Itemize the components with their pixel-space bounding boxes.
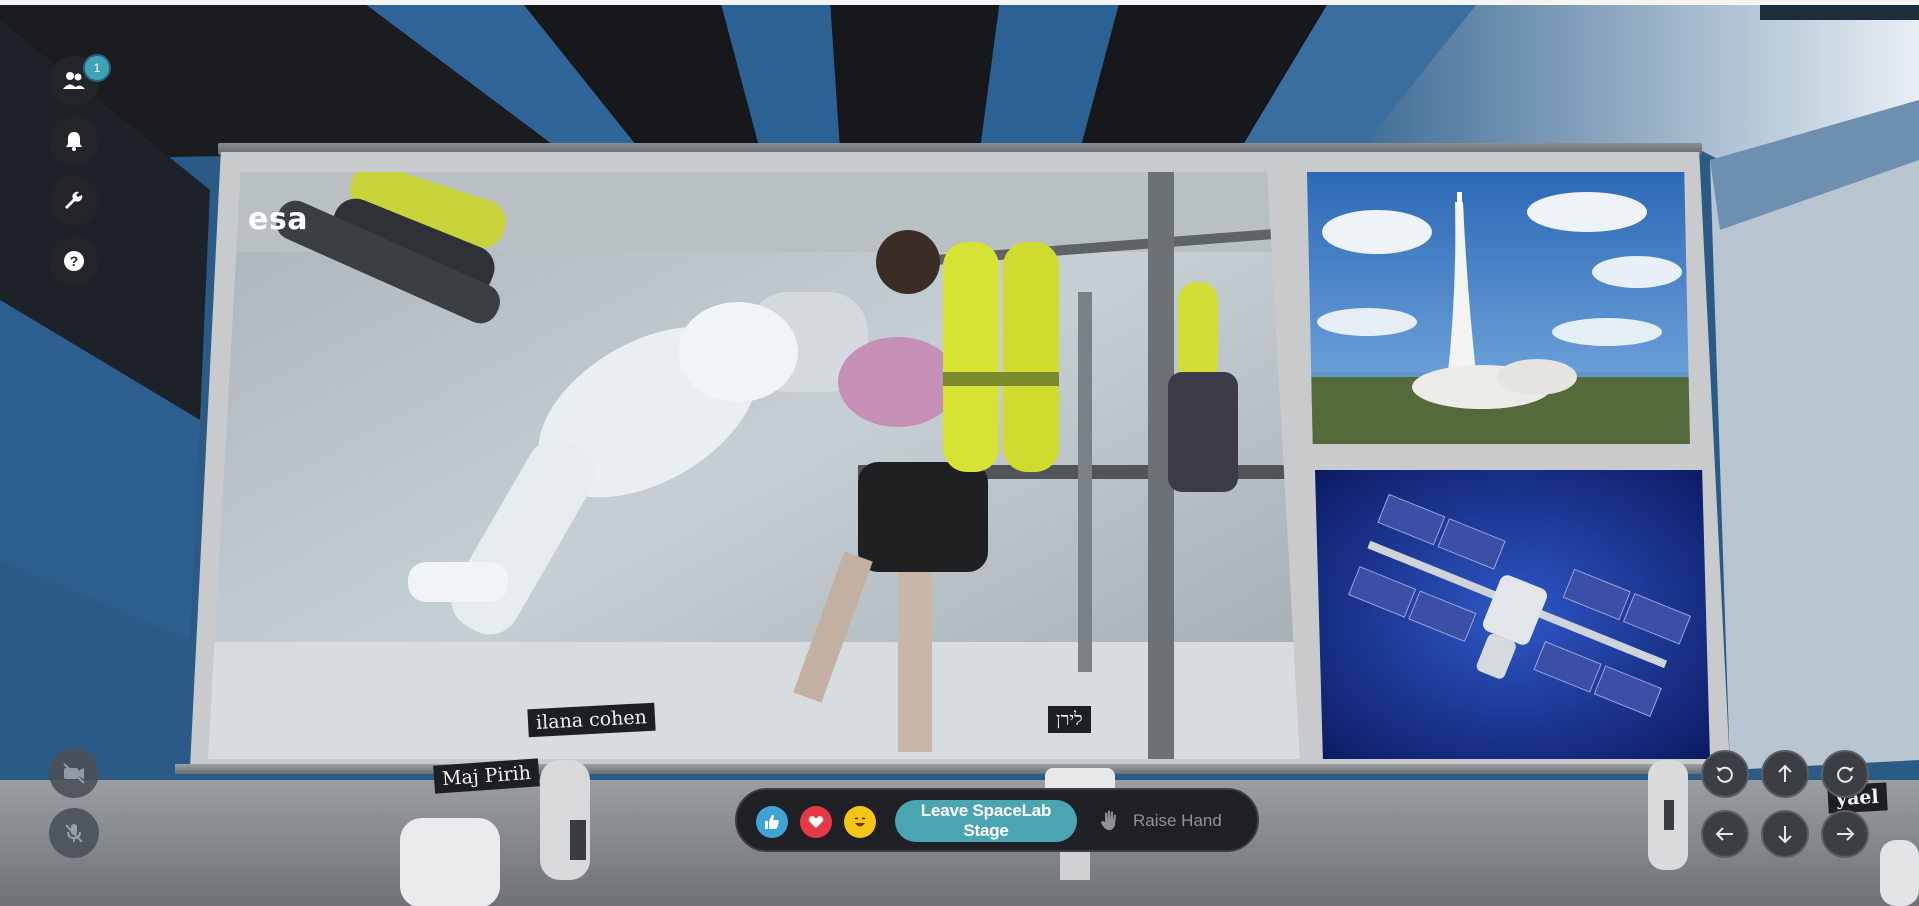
laugh-reaction-button[interactable]	[844, 806, 876, 838]
bell-icon	[66, 132, 82, 151]
underwater-training-video	[208, 172, 1300, 759]
move-right-button[interactable]	[1821, 810, 1869, 858]
question-icon: ?	[64, 251, 84, 271]
laughing-face-icon	[850, 812, 870, 832]
camera-toggle-button[interactable]	[49, 748, 99, 798]
rocket-launch-image[interactable]	[1307, 172, 1690, 444]
name-tag-liran: לירן	[1048, 706, 1091, 733]
reaction-bar: Leave SpaceLab Stage Raise Hand	[735, 788, 1259, 852]
space-station-image[interactable]	[1315, 470, 1710, 759]
settings-button[interactable]	[49, 176, 99, 226]
raise-hand-label: Raise Hand	[1133, 811, 1222, 830]
help-button[interactable]: ?	[49, 236, 99, 286]
like-reaction-button[interactable]	[756, 806, 788, 838]
mic-toggle-button[interactable]	[49, 808, 99, 858]
arrow-down-icon	[1778, 826, 1792, 844]
screen-frame-bottom	[175, 764, 1741, 774]
wrench-icon	[65, 191, 83, 209]
raise-hand-icon	[1101, 810, 1116, 831]
rotate-left-button[interactable]	[1701, 750, 1749, 798]
notifications-button[interactable]	[49, 116, 99, 166]
move-back-button[interactable]	[1761, 810, 1809, 858]
move-forward-button[interactable]	[1761, 750, 1809, 798]
space-station-illustration	[1315, 470, 1710, 759]
rotate-right-icon	[1837, 766, 1854, 783]
camera-off-icon	[63, 763, 85, 784]
mic-off-icon	[65, 824, 83, 843]
arrow-up-icon	[1778, 764, 1792, 782]
rocket-launch-illustration	[1307, 172, 1690, 444]
main-video-panel[interactable]: esa	[208, 172, 1300, 759]
arrow-left-icon	[1715, 827, 1733, 841]
virtual-stage-scene: esa ilana cohen לירן Maj Pirih yael 1 ? …	[0, 0, 1919, 906]
move-left-button[interactable]	[1701, 810, 1749, 858]
arrow-right-icon	[1837, 827, 1855, 841]
heart-reaction-button[interactable]	[800, 806, 832, 838]
raise-hand-button[interactable]: Raise Hand	[1097, 800, 1247, 842]
svg-text:?: ?	[70, 253, 79, 269]
top-strip	[0, 0, 1919, 5]
rotate-left-icon	[1716, 766, 1733, 783]
participants-count-badge: 1	[83, 54, 111, 82]
thumbs-up-icon	[765, 815, 779, 829]
rotate-right-button[interactable]	[1821, 750, 1869, 798]
leave-stage-button[interactable]: Leave SpaceLab Stage	[895, 800, 1077, 842]
esa-logo: esa	[248, 202, 308, 237]
heart-icon	[808, 816, 824, 828]
